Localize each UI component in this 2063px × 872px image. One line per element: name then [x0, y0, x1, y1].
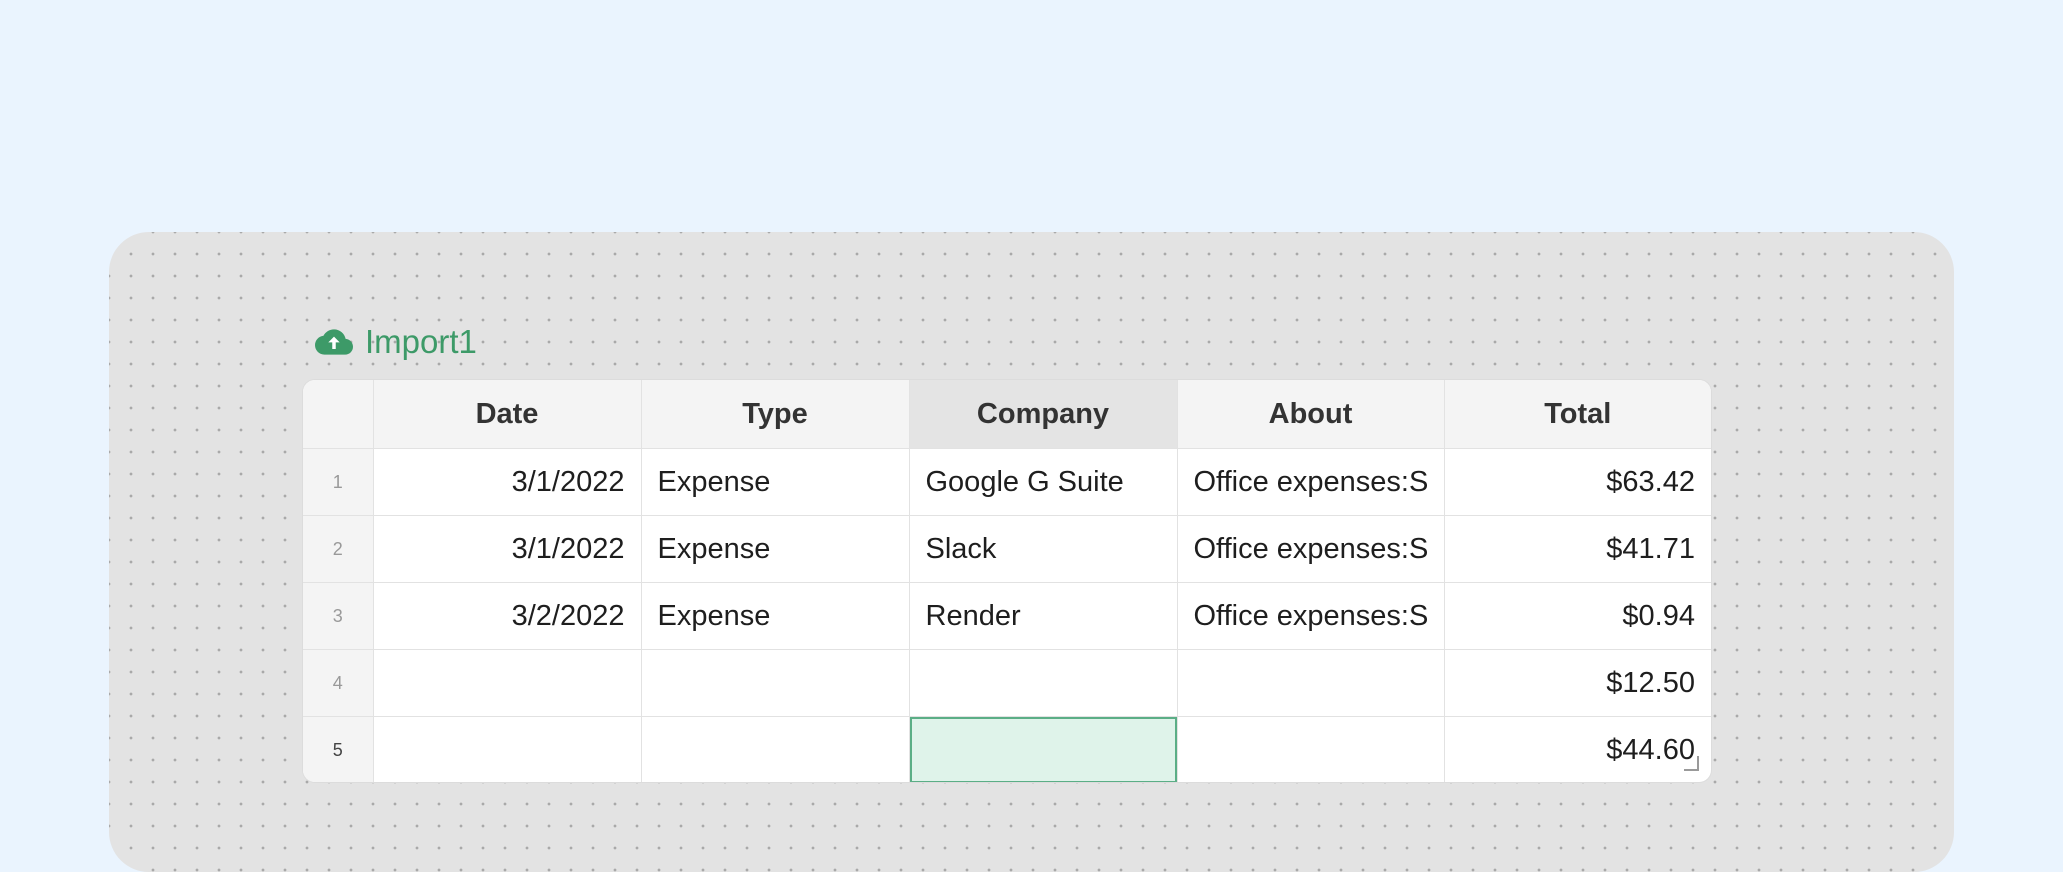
cell-total-value: $44.60	[1606, 733, 1695, 766]
cell-company[interactable]: Render	[908, 582, 1178, 650]
cell-type[interactable]: Expense	[640, 582, 910, 650]
cell-about[interactable]	[1176, 649, 1445, 717]
header-row: Date Type Company About Total	[303, 380, 1711, 449]
resize-handle-icon[interactable]	[1684, 756, 1699, 771]
row-number[interactable]: 2	[303, 515, 374, 583]
cell-date[interactable]: 3/1/2022	[372, 448, 642, 516]
column-header-total[interactable]: Total	[1443, 380, 1711, 449]
column-header-date[interactable]: Date	[372, 380, 642, 449]
cell-company[interactable]	[908, 649, 1178, 717]
table-row: 2 3/1/2022 Expense Slack Office expenses…	[303, 515, 1711, 583]
row-number[interactable]: 5	[303, 716, 374, 782]
column-header-type[interactable]: Type	[640, 380, 910, 449]
cell-type[interactable]	[640, 649, 910, 717]
cell-about[interactable]: Office expenses:S	[1176, 448, 1445, 516]
row-number[interactable]: 4	[303, 649, 374, 717]
column-header-company[interactable]: Company	[908, 380, 1178, 449]
cell-type[interactable]	[640, 716, 910, 782]
import-title: Import1	[365, 323, 477, 360]
column-header-about[interactable]: About	[1176, 380, 1445, 449]
cell-company[interactable]: Google G Suite	[908, 448, 1178, 516]
cell-date[interactable]: 3/2/2022	[372, 582, 642, 650]
cell-total[interactable]: $63.42	[1443, 448, 1711, 516]
table-row: 4 $12.50	[303, 649, 1711, 717]
data-table: Date Type Company About Total 1 3/1/2022…	[303, 380, 1711, 782]
table-row: 5 $44.60	[303, 716, 1711, 782]
cell-type[interactable]: Expense	[640, 515, 910, 583]
cell-date[interactable]	[372, 716, 642, 782]
row-number[interactable]: 3	[303, 582, 374, 650]
cell-total[interactable]: $41.71	[1443, 515, 1711, 583]
cell-about[interactable]: Office expenses:S	[1176, 582, 1445, 650]
cell-total[interactable]: $0.94	[1443, 582, 1711, 650]
cloud-upload-icon	[315, 329, 353, 355]
cell-date[interactable]: 3/1/2022	[372, 515, 642, 583]
cell-date[interactable]	[372, 649, 642, 717]
table-row: 3 3/2/2022 Expense Render Office expense…	[303, 582, 1711, 650]
cell-about[interactable]	[1176, 716, 1445, 782]
row-number[interactable]: 1	[303, 448, 374, 516]
cell-total[interactable]: $44.60	[1443, 716, 1711, 782]
corner-cell[interactable]	[303, 380, 374, 449]
cell-about[interactable]: Office expenses:S	[1176, 515, 1445, 583]
cell-type[interactable]: Expense	[640, 448, 910, 516]
data-table-card: Date Type Company About Total 1 3/1/2022…	[303, 380, 1711, 782]
import-header[interactable]: Import1	[315, 318, 477, 366]
table-row: 1 3/1/2022 Expense Google G Suite Office…	[303, 448, 1711, 516]
cell-company[interactable]: Slack	[908, 515, 1178, 583]
cell-company-selected[interactable]	[908, 716, 1178, 782]
cell-total[interactable]: $12.50	[1443, 649, 1711, 717]
